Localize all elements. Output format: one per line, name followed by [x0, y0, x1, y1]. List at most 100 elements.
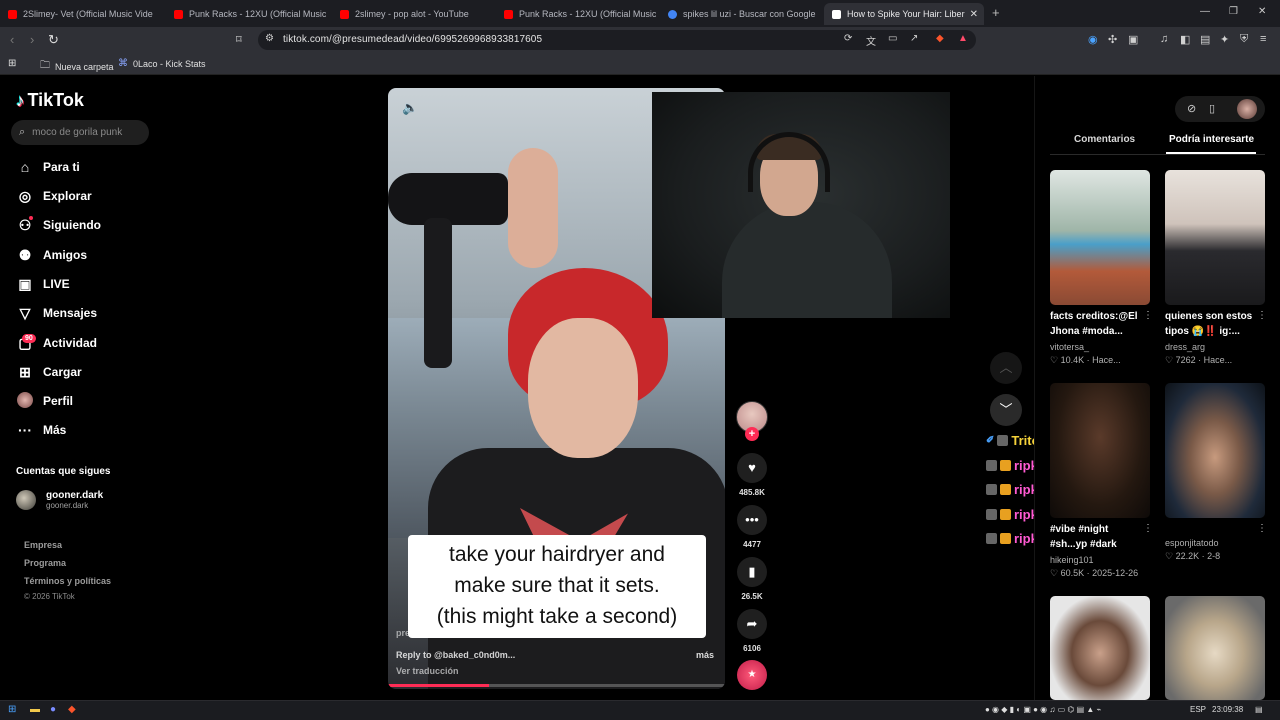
card-title[interactable]: quienes son estos	[1165, 310, 1265, 324]
avatar[interactable]	[16, 490, 36, 510]
close-window-button[interactable]: ✕	[1258, 6, 1266, 17]
like-button[interactable]: ♥	[737, 453, 767, 483]
search-input[interactable]: ⌕ moco de gorila punk	[11, 120, 149, 145]
language-icon[interactable]: 文	[866, 33, 876, 48]
wallet-icon[interactable]: ▤	[1200, 33, 1210, 46]
audio-icon[interactable]: ◉	[1088, 33, 1098, 46]
nav-para-ti[interactable]: ⌂ Para ti	[16, 156, 80, 178]
nav-live[interactable]: ▣ LIVE	[16, 273, 69, 295]
volume-icon[interactable]: 🔈	[402, 100, 418, 116]
back-icon[interactable]: ‹	[10, 32, 14, 47]
card-user[interactable]: vitotersa_	[1050, 342, 1089, 352]
site-info-icon[interactable]: ⚙	[265, 33, 274, 44]
card-title[interactable]: #vibe #night	[1050, 523, 1150, 537]
brave-shields-icon[interactable]: ◆	[936, 33, 944, 44]
video-thumbnail[interactable]	[1165, 170, 1265, 305]
browser-tab[interactable]: 2Slimey- Vet (Official Music Vide	[0, 3, 160, 25]
minimize-button[interactable]: —	[1200, 6, 1210, 17]
video-thumbnail[interactable]	[1050, 596, 1150, 700]
omnibox[interactable]: ⚙ tiktok.com/@presumedead/video/69952699…	[258, 30, 976, 50]
coin-icon[interactable]: ⊘	[1187, 102, 1196, 115]
nav-mas[interactable]: ··· Más	[16, 419, 66, 441]
video-thumbnail[interactable]	[1050, 170, 1150, 305]
browser-tab[interactable]: Punk Racks - 12XU (Official Music Vi	[496, 3, 656, 25]
more-options-icon[interactable]: ⋮	[1143, 523, 1153, 534]
apps-icon[interactable]: ⊞	[8, 58, 21, 69]
vpn-icon[interactable]: ⛨	[1240, 33, 1248, 46]
video-thumbnail[interactable]	[1050, 383, 1150, 518]
notifications-icon[interactable]: ▤	[1255, 705, 1263, 714]
close-tab-icon[interactable]: ✕	[970, 9, 978, 20]
more-icon: ···	[18, 422, 32, 438]
browser-tab[interactable]: Punk Racks - 12XU (Official Music Vi	[166, 3, 326, 25]
nav-cargar[interactable]: ⊞ Cargar	[16, 361, 82, 383]
url-text[interactable]: tiktok.com/@presumedead/video/6995269968…	[283, 34, 542, 45]
share-icon[interactable]: ↗	[910, 33, 918, 44]
tab-comments[interactable]: Comentarios	[1074, 134, 1135, 145]
nav-label: Amigos	[43, 248, 88, 262]
more-button[interactable]: más	[696, 650, 714, 660]
bookmark-link[interactable]: ⌘ 0Laco - Kick Stats	[118, 58, 206, 69]
more-options-icon[interactable]: ⋮	[1257, 310, 1267, 321]
extensions-icon[interactable]: ✣	[1108, 33, 1117, 46]
leo-ai-icon[interactable]: ✦	[1220, 33, 1229, 46]
more-options-icon[interactable]: ⋮	[1257, 523, 1267, 534]
video-thumbnail[interactable]	[1165, 596, 1265, 700]
cast-icon[interactable]: ▭	[888, 33, 897, 44]
bookmark-folder[interactable]: 🗀 Nueva carpeta	[40, 58, 114, 75]
following-name[interactable]: gooner.dark	[46, 490, 103, 501]
translate-link[interactable]: Ver traducción	[396, 666, 459, 676]
avatar[interactable]	[1237, 99, 1257, 119]
video-author[interactable]: presumedead	[396, 628, 455, 638]
nav-amigos[interactable]: ⚉ Amigos	[16, 244, 87, 266]
share-button[interactable]: ➦	[737, 609, 767, 639]
browser-tab[interactable]: 2slimey - pop alot - YouTube	[332, 3, 492, 25]
card-title[interactable]: tipos 😭‼️ ig:...	[1165, 325, 1265, 339]
save-button[interactable]: ▮	[737, 557, 767, 587]
screenshot-icon[interactable]: ▣	[1128, 33, 1138, 46]
nav-perfil[interactable]: Perfil	[16, 390, 73, 412]
bookmark-icon[interactable]: ⌑	[236, 33, 242, 46]
card-user[interactable]: hikeing101	[1050, 555, 1094, 565]
nav-mensajes[interactable]: ▽ Mensajes	[16, 302, 97, 324]
restore-button[interactable]: ❐	[1229, 6, 1238, 17]
video-thumbnail[interactable]	[1165, 383, 1265, 518]
follow-plus-icon[interactable]: +	[745, 427, 759, 441]
card-title[interactable]: #sh...yp #dark	[1050, 538, 1150, 552]
music-disc-icon[interactable]: ★	[737, 660, 767, 690]
more-options-icon[interactable]: ⋮	[1143, 310, 1153, 321]
tab-suggested[interactable]: Podría interesarte	[1169, 134, 1254, 145]
card-user[interactable]: dress_arg	[1165, 342, 1205, 352]
footer-link[interactable]: Términos y políticas	[24, 576, 111, 586]
footer-link[interactable]: Programa	[24, 558, 66, 568]
brave-rewards-icon[interactable]: ▲	[958, 33, 968, 44]
brave-icon[interactable]: ◆	[68, 704, 76, 715]
browser-tab[interactable]: spikes lil uzi - Buscar con Google	[660, 3, 820, 25]
tray-icons[interactable]: ● ◉ ◆ ▮ ◐ ▣ ● ◉ ♫ ▭ ⌬ ▤ ▲ ⌁	[985, 705, 1101, 714]
footer-link[interactable]: Empresa	[24, 540, 62, 550]
translate-icon[interactable]: ⟳	[844, 33, 852, 44]
video-progress-bar[interactable]	[388, 684, 725, 687]
card-title[interactable]: Jhona #moda...	[1050, 325, 1150, 339]
tiktok-logo[interactable]: ♪ TikTok	[16, 90, 84, 111]
next-video-button[interactable]: ﹀	[990, 394, 1022, 426]
reload-icon[interactable]: ↻	[48, 32, 59, 48]
windows-start-icon[interactable]: ⊞	[8, 704, 16, 715]
browser-tab-active[interactable]: How to Spike Your Hair: Liber ✕	[824, 3, 984, 25]
language-indicator[interactable]: ESP	[1190, 705, 1206, 714]
heart-icon: ♡	[1165, 551, 1176, 561]
clock[interactable]: 23:09:38	[1212, 705, 1243, 714]
card-user[interactable]: esponjitatodo	[1165, 538, 1219, 548]
nav-explorar[interactable]: ◎ Explorar	[16, 185, 92, 207]
new-tab-button[interactable]: +	[992, 5, 1000, 20]
comment-button[interactable]: •••	[737, 505, 767, 535]
previous-video-button[interactable]: ︿	[990, 352, 1022, 384]
discord-icon[interactable]: ●	[50, 704, 56, 715]
file-explorer-icon[interactable]: ▬	[30, 704, 40, 715]
phone-icon[interactable]: ▯	[1209, 102, 1215, 115]
card-title[interactable]: facts creditos:@El	[1050, 310, 1150, 324]
sidebar-icon[interactable]: ◧	[1180, 33, 1190, 46]
menu-icon[interactable]: ≡	[1260, 33, 1266, 45]
forward-icon[interactable]: ›	[30, 32, 34, 47]
music-icon[interactable]: ♫	[1160, 33, 1168, 45]
